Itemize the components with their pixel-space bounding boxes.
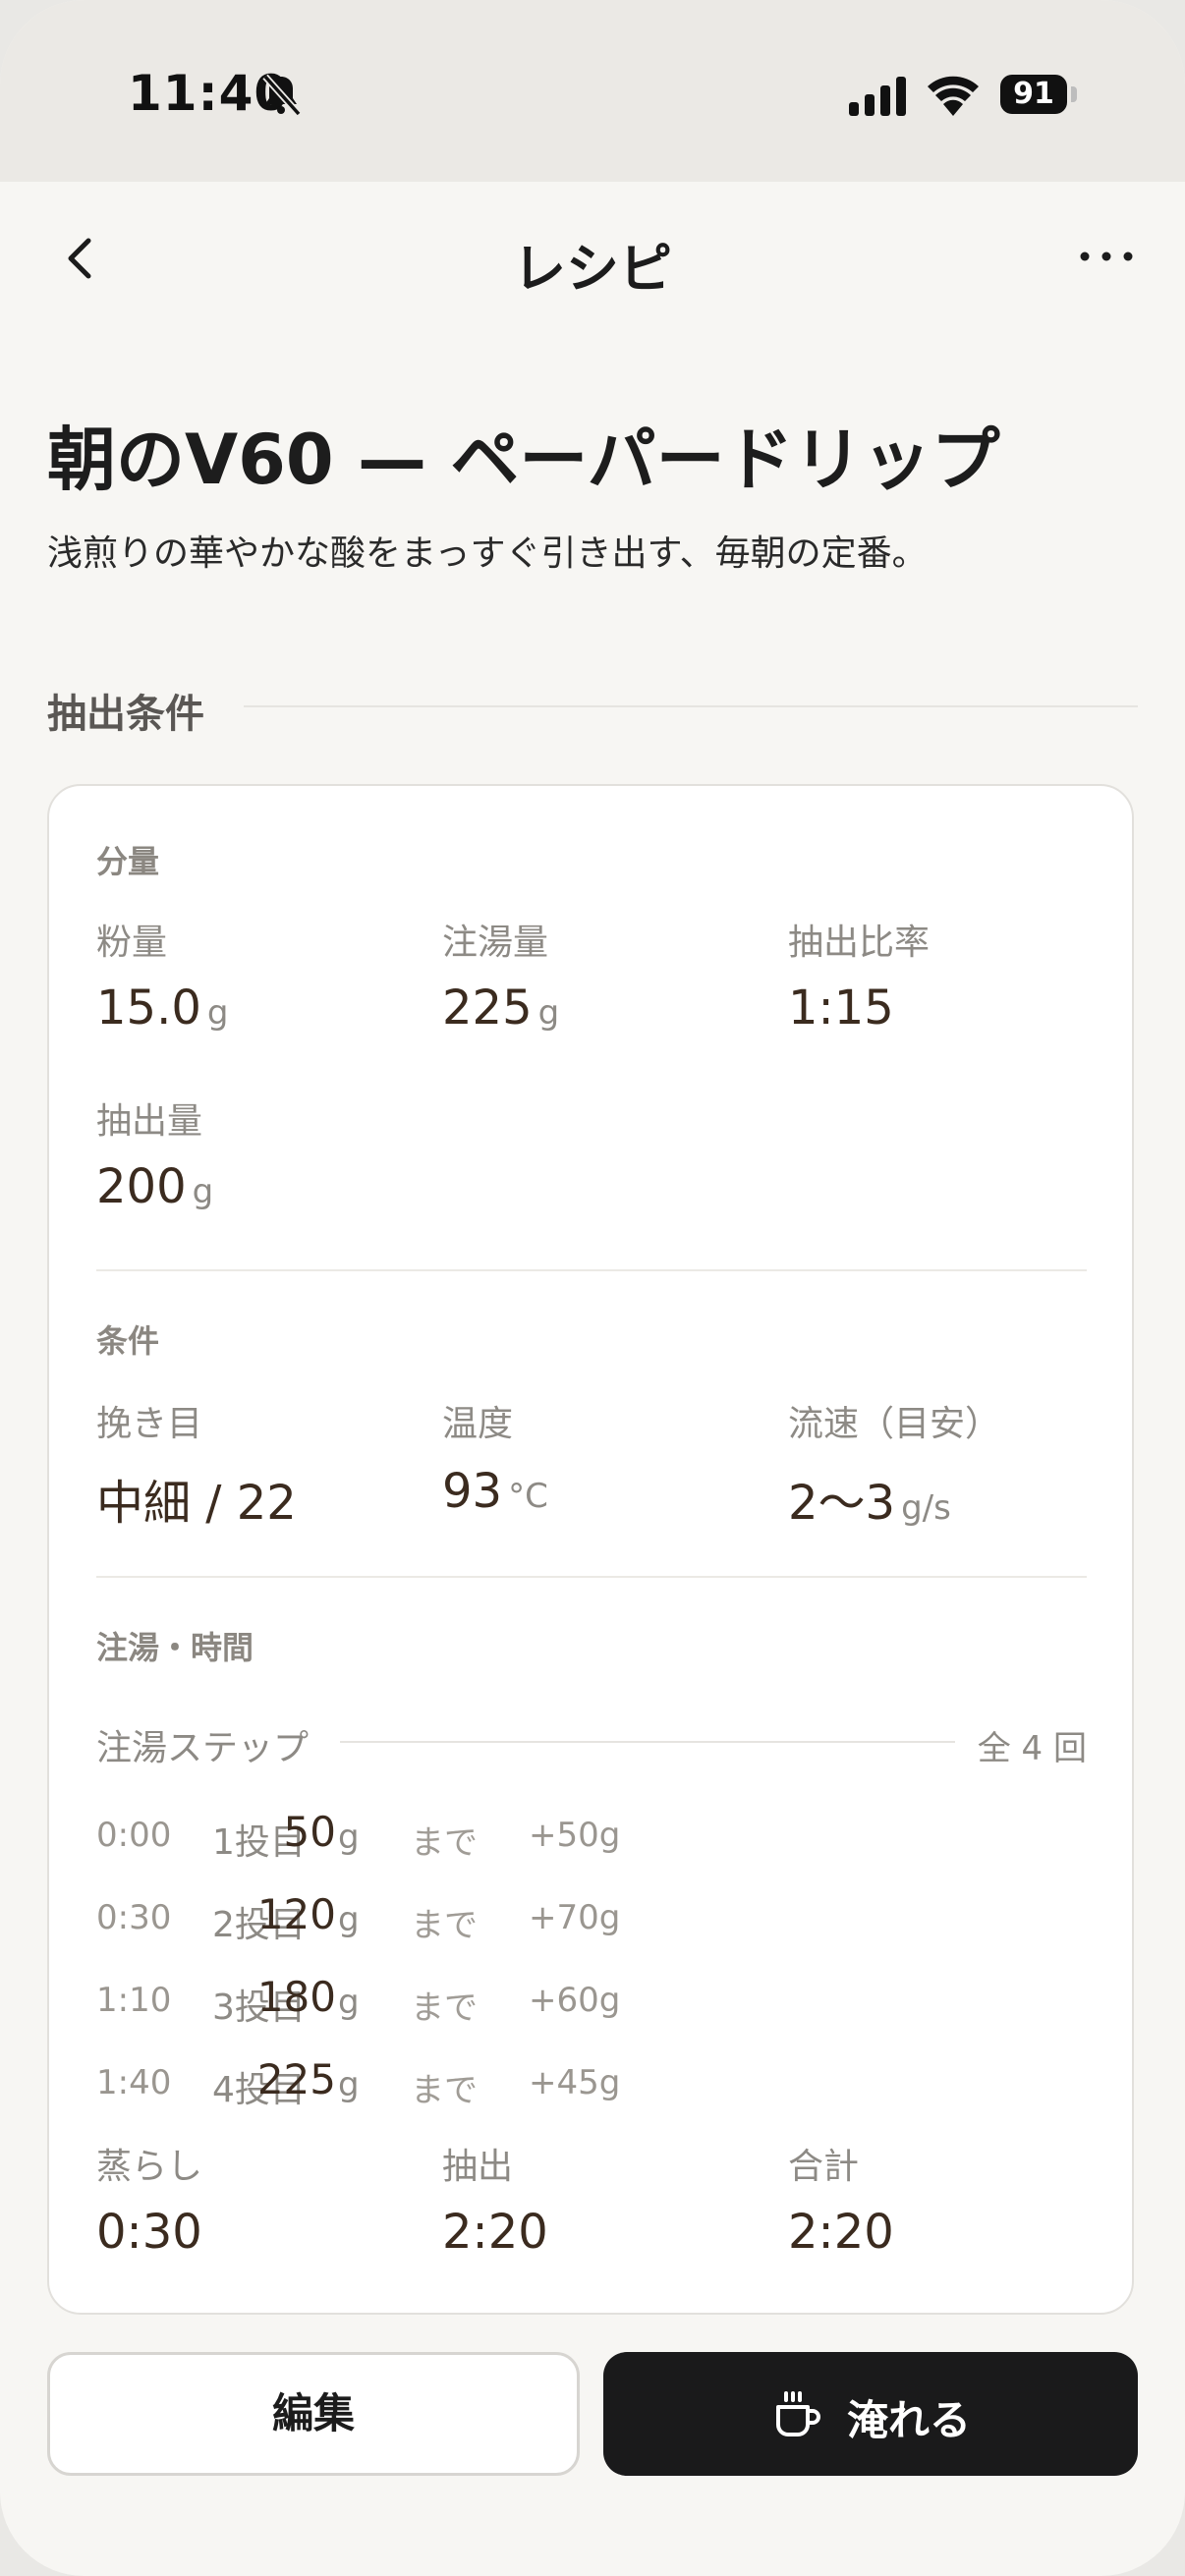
step-amount: 120 <box>256 1890 336 1938</box>
wifi-icon <box>928 76 979 116</box>
step-delta: +70g <box>529 1898 621 1937</box>
conditions-group-title: 条件 <box>96 1322 160 1360</box>
step-delta: +60g <box>529 1981 621 2020</box>
brew-button[interactable]: 淹れる <box>603 2352 1138 2476</box>
yield-number: 200 <box>96 1159 187 1214</box>
grind-label: 挽き目 <box>96 1404 203 1444</box>
pour-step-row: 0:30 2投目 120 g まで +70g <box>96 1890 1087 1949</box>
extraction-time-value: 2:20 <box>442 2205 548 2260</box>
recipe-title: 朝のV60 — ペーパードリップ <box>47 420 1000 500</box>
cellular-signal-icon <box>849 77 906 116</box>
more-options-icon[interactable] <box>1077 237 1136 276</box>
temp-label: 温度 <box>442 1404 514 1444</box>
pour-steps-divider <box>340 1741 955 1743</box>
step-time: 0:00 <box>96 1816 172 1855</box>
page-title: レシピ <box>513 238 672 300</box>
group-divider <box>96 1269 1087 1271</box>
step-until: まで <box>411 1823 478 1863</box>
step-delta: +45g <box>529 2063 621 2102</box>
brew-button-label: 淹れる <box>847 2396 972 2444</box>
water-label: 注湯量 <box>442 923 549 963</box>
timing-group-title: 注湯・時間 <box>96 1629 254 1666</box>
amount-group-title: 分量 <box>96 843 160 880</box>
temp-value: 93 °C <box>442 1464 548 1519</box>
section-header: 抽出条件 <box>47 682 1138 737</box>
brew-parameters-card: 分量 粉量 15.0 g 注湯量 225 g 抽出比率 1:15 抽出量 200 g … <box>47 784 1134 2315</box>
battery-icon: 91 <box>1000 75 1067 114</box>
flow-label: 流速（目安） <box>788 1404 1001 1444</box>
coffee-cup-icon <box>776 2391 820 2436</box>
step-delta: +50g <box>529 1816 621 1855</box>
nav-bar: レシピ <box>0 182 1185 339</box>
bloom-value: 0:30 <box>96 2205 202 2260</box>
extraction-time-label: 抽出 <box>442 2147 514 2187</box>
flow-unit: g/s <box>901 1488 951 1528</box>
ratio-label: 抽出比率 <box>788 923 931 963</box>
flow-number: 2〜3 <box>788 1476 896 1531</box>
pour-steps-count: 全 4 回 <box>977 1729 1087 1768</box>
group-divider <box>96 1576 1087 1578</box>
ratio-value: 1:15 <box>788 980 894 1036</box>
pour-step-row: 1:40 4投目 225 g まで +45g <box>96 2055 1087 2114</box>
step-unit: g <box>338 1983 360 2022</box>
edit-button[interactable]: 編集 <box>47 2352 580 2476</box>
battery-tip <box>1071 86 1077 102</box>
flow-value: 2〜3 g/s <box>788 1464 951 1533</box>
step-amount: 180 <box>256 1973 336 2021</box>
step-until: まで <box>411 1988 478 2028</box>
pour-step-row: 1:10 3投目 180 g まで +60g <box>96 1973 1087 2032</box>
recipe-description: 浅煎りの華やかな酸をまっすぐ引き出す、毎朝の定番。 <box>47 533 928 574</box>
step-time: 0:30 <box>96 1898 172 1937</box>
status-bar: 11:40 91 <box>0 0 1185 182</box>
grind-value: 中細 / 22 <box>96 1476 297 1531</box>
step-amount: 225 <box>256 2055 336 2103</box>
yield-unit: g <box>192 1172 214 1211</box>
dose-value: 15.0 g <box>96 980 228 1036</box>
recipe-screen: 11:40 91 レシピ 朝のV60 — ペーパードリップ 浅煎りの華やかな酸を… <box>0 0 1185 2576</box>
step-time: 1:40 <box>96 2063 172 2102</box>
step-amount: 50 <box>283 1808 336 1856</box>
water-number: 225 <box>442 980 533 1036</box>
dose-label: 粉量 <box>96 923 168 963</box>
step-until: まで <box>411 1906 478 1945</box>
bloom-label: 蒸らし <box>96 2147 203 2187</box>
step-unit: g <box>338 2065 360 2104</box>
pour-steps-label: 注湯ステップ <box>96 1728 310 1768</box>
temp-number: 93 <box>442 1464 503 1519</box>
step-until: まで <box>411 2071 478 2110</box>
temp-unit: °C <box>508 1477 548 1516</box>
pour-steps-header: 注湯ステップ 全 4 回 <box>96 1719 1087 1768</box>
step-unit: g <box>338 1818 360 1857</box>
step-time: 1:10 <box>96 1981 172 2020</box>
section-title: 抽出条件 <box>47 692 204 737</box>
dose-unit: g <box>206 993 229 1033</box>
water-unit: g <box>537 993 560 1033</box>
yield-label: 抽出量 <box>96 1101 203 1142</box>
pour-step-row: 0:00 1投目 50 g まで +50g <box>96 1808 1087 1867</box>
water-value: 225 g <box>442 980 559 1036</box>
section-divider <box>244 705 1138 707</box>
total-time-label: 合計 <box>788 2147 860 2187</box>
step-unit: g <box>338 1900 360 1939</box>
silent-mode-icon <box>262 74 302 117</box>
dose-number: 15.0 <box>96 980 201 1036</box>
total-time-value: 2:20 <box>788 2205 894 2260</box>
yield-value: 200 g <box>96 1159 213 1214</box>
